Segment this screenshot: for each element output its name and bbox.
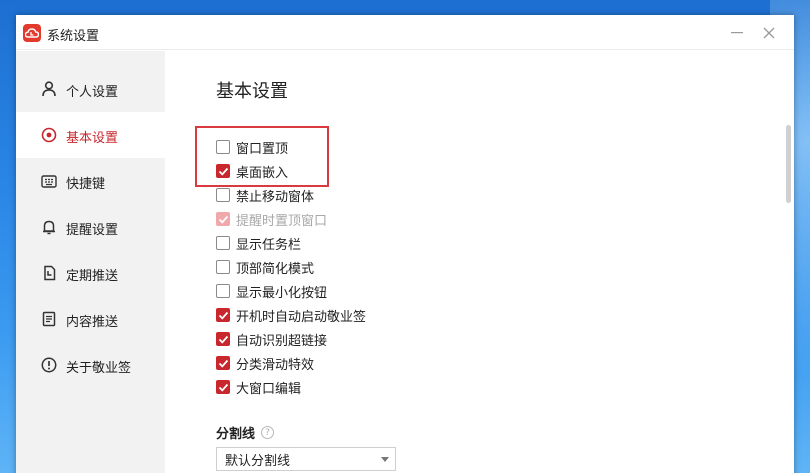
checkbox-checked[interactable] — [216, 164, 230, 178]
checkmark-icon — [218, 215, 229, 224]
checkbox[interactable] — [216, 140, 230, 154]
checkmark-icon — [218, 383, 229, 392]
sidebar-item-reminder-settings[interactable]: 提醒设置 — [16, 204, 165, 250]
settings-window: 系统设置 个人设置 基本设置 快捷键 提醒设置 定期推送 内容推送 关于敬业签 … — [16, 15, 794, 473]
info-icon — [40, 356, 58, 374]
content-scrollbar[interactable] — [786, 125, 791, 203]
select-value: 默认分割线 — [225, 453, 291, 469]
option-launch-at-startup[interactable]: 开机时自动启动敬业签 — [216, 305, 366, 325]
settings-content: 基本设置 窗口置顶 桌面嵌入 禁止移动窗体 提醒时置顶窗口 显示任务栏 顶部简化… — [166, 51, 794, 473]
checkbox-checked-disabled — [216, 212, 230, 226]
option-label: 大窗口编辑 — [236, 381, 302, 397]
checkmark-icon — [218, 167, 229, 176]
help-icon[interactable]: ? — [261, 426, 275, 439]
title-bar: 系统设置 — [16, 15, 794, 50]
option-label: 显示任务栏 — [236, 237, 302, 253]
option-auto-detect-links[interactable]: 自动识别超链接 — [216, 329, 327, 349]
checkbox[interactable] — [216, 260, 230, 274]
window-title: 系统设置 — [47, 29, 100, 44]
option-label: 分类滑动特效 — [236, 357, 315, 373]
target-icon — [40, 126, 58, 144]
sidebar-item-content-push[interactable]: 内容推送 — [16, 296, 165, 342]
sidebar-item-label: 关于敬业签 — [66, 361, 132, 376]
calendar-icon — [40, 264, 58, 282]
checkbox[interactable] — [216, 236, 230, 250]
option-show-taskbar[interactable]: 显示任务栏 — [216, 233, 301, 253]
sidebar-item-label: 个人设置 — [66, 85, 119, 100]
checkbox[interactable] — [216, 188, 230, 202]
sidebar-item-personal-settings[interactable]: 个人设置 — [16, 66, 165, 112]
sidebar-item-shortcuts[interactable]: 快捷键 — [16, 158, 165, 204]
checkmark-icon — [218, 311, 229, 320]
keyboard-icon — [40, 172, 58, 190]
divider-heading-text: 分割线 — [216, 427, 256, 442]
bell-icon — [40, 218, 58, 236]
option-lock-window-position[interactable]: 禁止移动窗体 — [216, 185, 314, 205]
option-label: 禁止移动窗体 — [236, 189, 315, 205]
minimize-icon — [731, 32, 743, 34]
page-title: 基本设置 — [216, 81, 288, 102]
option-window-on-top[interactable]: 窗口置顶 — [216, 137, 288, 157]
option-label: 提醒时置顶窗口 — [236, 213, 328, 229]
option-label: 开机时自动启动敬业签 — [236, 309, 367, 325]
option-label: 自动识别超链接 — [236, 333, 328, 349]
app-logo-icon — [23, 24, 41, 42]
divider-style-select[interactable]: 默认分割线 — [216, 447, 396, 471]
sidebar-nav: 个人设置 基本设置 快捷键 提醒设置 定期推送 内容推送 关于敬业签 — [16, 51, 165, 473]
option-large-window-edit[interactable]: 大窗口编辑 — [216, 377, 301, 397]
document-icon — [40, 310, 58, 328]
option-top-on-reminder: 提醒时置顶窗口 — [216, 209, 327, 229]
checkbox-checked[interactable] — [216, 332, 230, 346]
sidebar-item-label: 提醒设置 — [66, 223, 119, 238]
checkbox-checked[interactable] — [216, 356, 230, 370]
sidebar-item-label: 快捷键 — [66, 177, 106, 192]
chevron-down-icon — [381, 457, 389, 462]
option-label: 窗口置顶 — [236, 141, 289, 157]
minimize-button[interactable] — [725, 21, 749, 45]
sidebar-item-basic-settings[interactable]: 基本设置 — [16, 112, 165, 158]
sidebar-item-label: 内容推送 — [66, 315, 119, 330]
close-icon — [763, 27, 775, 39]
sidebar-item-about[interactable]: 关于敬业签 — [16, 342, 165, 388]
close-button[interactable] — [757, 21, 781, 45]
option-label: 显示最小化按钮 — [236, 285, 328, 301]
divider-section-heading: 分割线 ? — [216, 423, 275, 442]
checkmark-icon — [218, 359, 229, 368]
sidebar-item-scheduled-push[interactable]: 定期推送 — [16, 250, 165, 296]
option-label: 顶部简化模式 — [236, 261, 315, 277]
option-show-minimize-button[interactable]: 显示最小化按钮 — [216, 281, 327, 301]
option-simplified-header[interactable]: 顶部简化模式 — [216, 257, 314, 277]
sidebar-item-label: 定期推送 — [66, 269, 119, 284]
option-category-slide-effect[interactable]: 分类滑动特效 — [216, 353, 314, 373]
sidebar-item-label: 基本设置 — [66, 131, 119, 146]
checkmark-icon — [218, 335, 229, 344]
checkbox[interactable] — [216, 284, 230, 298]
checkbox-checked[interactable] — [216, 308, 230, 322]
checkbox-checked[interactable] — [216, 380, 230, 394]
option-desktop-embed[interactable]: 桌面嵌入 — [216, 161, 288, 181]
user-icon — [40, 80, 58, 98]
option-label: 桌面嵌入 — [236, 165, 289, 181]
